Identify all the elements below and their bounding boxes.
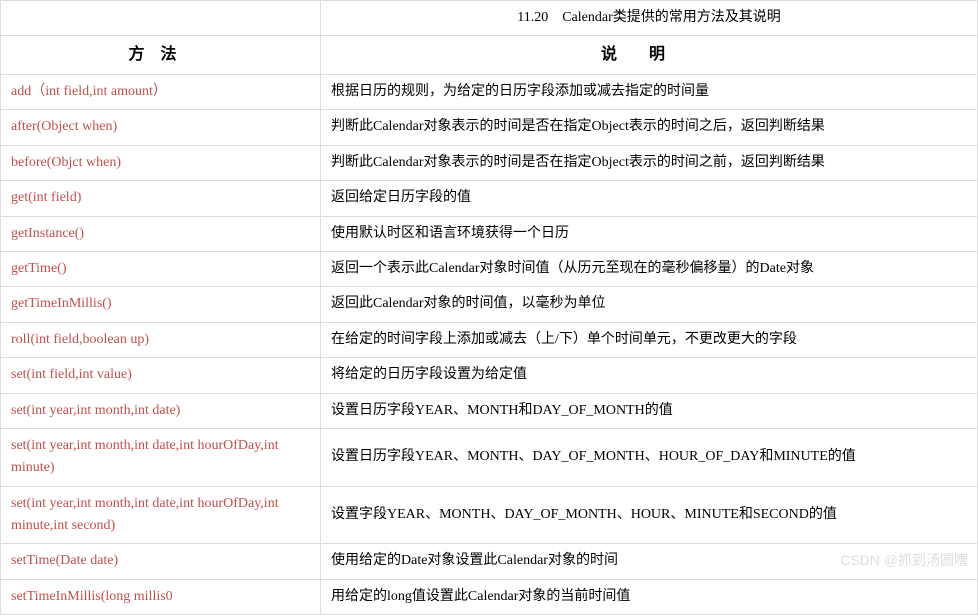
method-cell: after(Object when) [1, 110, 321, 145]
description-cell: 将给定的日历字段设置为给定值 [321, 358, 978, 393]
method-cell: set(int year,int month,int date,int hour… [1, 428, 321, 486]
table-row: getTimeInMillis()返回此Calendar对象的时间值，以毫秒为单… [1, 287, 978, 322]
table-row: after(Object when)判断此Calendar对象表示的时间是否在指… [1, 110, 978, 145]
caption-row: 11.20 Calendar类提供的常用方法及其说明 [1, 1, 978, 36]
table-caption: 11.20 Calendar类提供的常用方法及其说明 [321, 1, 978, 36]
description-cell: 设置字段YEAR、MONTH、DAY_OF_MONTH、HOUR、MINUTE和… [321, 486, 978, 544]
table-row: getTime()返回一个表示此Calendar对象时间值（从历元至现在的毫秒偏… [1, 251, 978, 286]
description-cell: 判断此Calendar对象表示的时间是否在指定Object表示的时间之前，返回判… [321, 145, 978, 180]
table-row: get(int field)返回给定日历字段的值 [1, 181, 978, 216]
table-row: setTime(Date date)使用给定的Date对象设置此Calendar… [1, 544, 978, 579]
table-row: setTimeInMillis(long millis0用给定的long值设置此… [1, 579, 978, 614]
table-row: roll(int field,boolean up)在给定的时间字段上添加或减去… [1, 322, 978, 357]
description-cell: 判断此Calendar对象表示的时间是否在指定Object表示的时间之后，返回判… [321, 110, 978, 145]
description-cell: 返回给定日历字段的值 [321, 181, 978, 216]
table-body: 11.20 Calendar类提供的常用方法及其说明 方法 说明 add（int… [1, 1, 978, 615]
description-cell: 用给定的long值设置此Calendar对象的当前时间值 [321, 579, 978, 614]
method-cell: set(int year,int month,int date) [1, 393, 321, 428]
method-cell: getTimeInMillis() [1, 287, 321, 322]
description-cell: 设置日历字段YEAR、MONTH、DAY_OF_MONTH、HOUR_OF_DA… [321, 428, 978, 486]
description-cell: 设置日历字段YEAR、MONTH和DAY_OF_MONTH的值 [321, 393, 978, 428]
table-row: before(Objct when)判断此Calendar对象表示的时间是否在指… [1, 145, 978, 180]
method-cell: before(Objct when) [1, 145, 321, 180]
table-row: set(int year,int month,int date)设置日历字段YE… [1, 393, 978, 428]
header-description: 说明 [321, 36, 978, 75]
table-row: set(int year,int month,int date,int hour… [1, 428, 978, 486]
method-cell: getTime() [1, 251, 321, 286]
header-row: 方法 说明 [1, 36, 978, 75]
table-row: add（int field,int amount）根据日历的规则，为给定的日历字… [1, 74, 978, 109]
table-row: getInstance()使用默认时区和语言环境获得一个日历 [1, 216, 978, 251]
caption-empty-cell [1, 1, 321, 36]
description-cell: 根据日历的规则，为给定的日历字段添加或减去指定的时间量 [321, 74, 978, 109]
description-cell: 在给定的时间字段上添加或减去（上/下）单个时间单元，不更改更大的字段 [321, 322, 978, 357]
method-cell: getInstance() [1, 216, 321, 251]
description-cell: 返回此Calendar对象的时间值，以毫秒为单位 [321, 287, 978, 322]
method-cell: set(int year,int month,int date,int hour… [1, 486, 321, 544]
method-cell: setTimeInMillis(long millis0 [1, 579, 321, 614]
table-row: set(int field,int value)将给定的日历字段设置为给定值 [1, 358, 978, 393]
method-cell: setTime(Date date) [1, 544, 321, 579]
description-cell: 使用给定的Date对象设置此Calendar对象的时间 [321, 544, 978, 579]
header-method: 方法 [1, 36, 321, 75]
method-cell: add（int field,int amount） [1, 74, 321, 109]
table-row: set(int year,int month,int date,int hour… [1, 486, 978, 544]
method-cell: get(int field) [1, 181, 321, 216]
description-cell: 返回一个表示此Calendar对象时间值（从历元至现在的毫秒偏移量）的Date对… [321, 251, 978, 286]
description-cell: 使用默认时区和语言环境获得一个日历 [321, 216, 978, 251]
methods-table: 11.20 Calendar类提供的常用方法及其说明 方法 说明 add（int… [0, 0, 978, 615]
method-cell: set(int field,int value) [1, 358, 321, 393]
method-cell: roll(int field,boolean up) [1, 322, 321, 357]
